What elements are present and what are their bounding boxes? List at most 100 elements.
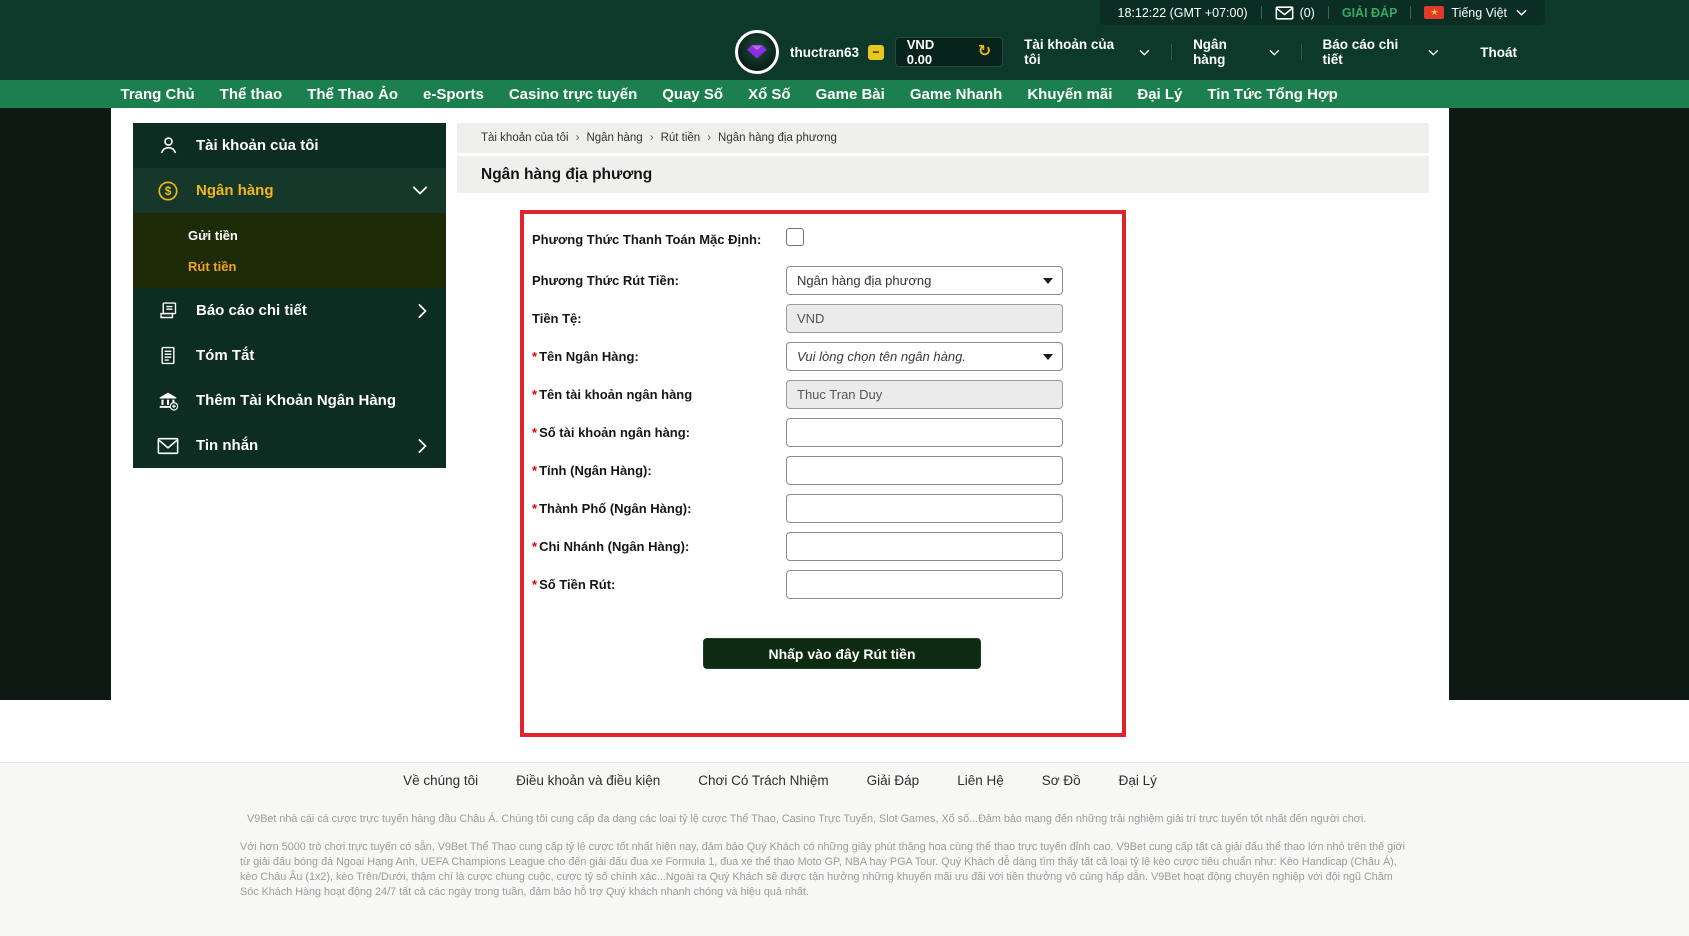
sidebar-item-detailed-report[interactable]: Báo cáo chi tiết [133,288,446,333]
footer-link-sitemap[interactable]: Sơ Đồ [1042,773,1081,788]
top-utility-bar: 18:12:22 (GMT +07:00) (0) GIẢI ĐÁP ★ Tiế… [1100,0,1546,25]
left-dark-margin [0,108,111,700]
account-number-input[interactable] [786,418,1063,447]
nav-item-esports[interactable]: e-Sports [411,86,497,103]
divider [1410,6,1411,19]
form-row-account-number: *Số tài khoản ngân hàng: [524,418,1122,447]
withdraw-submit-button[interactable]: Nhấp vào đây Rút tiền [703,638,981,669]
form-row-province: *Tỉnh (Ngân Hàng): [524,456,1122,485]
banking-submenu: Gửi tiền Rút tiền [133,213,446,288]
main-nav: Trang Chủ Thể thao Thể Thao Ảo e-Sports … [0,80,1689,108]
breadcrumb-item-current: Ngân hàng địa phương [718,132,837,144]
field-label: *Tên Ngân Hàng: [524,349,786,364]
breadcrumb-item[interactable]: Ngân hàng [586,132,642,144]
faq-link[interactable]: GIẢI ĐÁP [1342,6,1398,20]
menu-my-account[interactable]: Tài khoản của tôi [1003,37,1171,67]
breadcrumb-item[interactable]: Tài khoản của tôi [481,132,569,144]
menu-banking[interactable]: Ngân hàng [1172,37,1300,67]
divider [1261,6,1262,19]
chevron-down-icon [1516,9,1527,16]
right-dark-margin [1449,108,1689,700]
sidebar-item-banking[interactable]: $ Ngân hàng [133,168,446,213]
sidebar-item-add-bank-account[interactable]: Thêm Tài Khoản Ngân Hàng [133,378,446,423]
chevron-right-icon [417,303,428,319]
nav-item-promotions[interactable]: Khuyến mãi [1015,86,1125,103]
footer-link-terms[interactable]: Điều khoản và điều kiện [516,773,660,788]
field-label: *Số Tiền Rút: [524,577,786,592]
default-payment-checkbox[interactable] [786,228,804,246]
dollar-icon: $ [157,180,179,202]
language-selector[interactable]: ★ Tiếng Việt [1424,6,1527,20]
form-row-withdraw-method: Phương Thức Rút Tiền: Ngân hàng địa phươ… [524,266,1122,295]
message-icon [157,437,179,455]
nav-item-lottery[interactable]: Xổ Số [736,86,804,103]
avatar[interactable] [735,30,779,74]
balance-box: VND 0.00 ↻ [895,37,1003,67]
nav-item-home[interactable]: Trang Chủ [108,86,207,103]
form-row-city: *Thành Phố (Ngân Hàng): [524,494,1122,523]
refresh-icon[interactable]: ↻ [978,44,991,60]
sidebar-item-messages[interactable]: Tin nhắn [133,423,446,468]
nav-item-live-casino[interactable]: Casino trực tuyến [496,86,649,103]
breadcrumb-separator: › [707,132,711,144]
username: thuctran63 [790,45,859,60]
nav-item-news[interactable]: Tin Tức Tổng Hợp [1195,86,1350,103]
footer-paragraph: V9Bet nhà cái cá cược trực tuyến hàng đầ… [247,812,1413,827]
submenu-item-deposit[interactable]: Gửi tiền [133,220,446,251]
chevron-down-icon [1139,49,1150,56]
mail-button[interactable]: (0) [1275,6,1315,20]
report-icon [157,300,179,321]
nav-item-virtual-sports[interactable]: Thể Thao Ảo [295,86,411,103]
chevron-down-icon [1269,49,1280,56]
breadcrumb-item[interactable]: Rút tiền [661,132,701,144]
content: Tài khoản của tôi › Ngân hàng › Rút tiền… [457,123,1429,737]
footer-link-about[interactable]: Về chúng tôi [403,773,478,788]
nav-item-card-games[interactable]: Game Bài [803,86,897,103]
field-label: *Thành Phố (Ngân Hàng): [524,501,786,516]
vietnam-flag-icon: ★ [1424,6,1444,19]
city-input[interactable] [786,494,1063,523]
divider [1328,6,1329,19]
field-label: Phương Thức Rút Tiền: [524,273,786,288]
select-caret-icon [1043,278,1053,284]
form-row-branch: *Chi Nhánh (Ngân Hàng): [524,532,1122,561]
form-row-default-payment: Phương Thức Thanh Toán Mặc Định: [524,226,1122,252]
footer-links: Về chúng tôi Điều khoản và điều kiện Chơ… [111,773,1449,788]
menu-detailed-report[interactable]: Báo cáo chi tiết [1302,37,1460,67]
minus-badge-icon[interactable]: − [868,45,884,60]
bank-name-select[interactable]: Vui lòng chọn tên ngân hàng. [786,342,1063,371]
branch-input[interactable] [786,532,1063,561]
sidebar-item-my-account[interactable]: Tài khoản của tôi [133,123,446,168]
main-area: Tài khoản của tôi $ Ngân hàng Gửi tiền R… [0,108,1689,762]
breadcrumb: Tài khoản của tôi › Ngân hàng › Rút tiền… [457,123,1429,153]
footer-link-contact[interactable]: Liên Hệ [957,773,1004,788]
language-label: Tiếng Việt [1451,6,1507,20]
province-input[interactable] [786,456,1063,485]
mail-icon [1275,6,1294,20]
nav-item-quick-games[interactable]: Game Nhanh [897,86,1015,103]
page-title: Ngân hàng địa phương [457,156,1429,193]
nav-item-sports[interactable]: Thể thao [207,86,295,103]
field-label: *Chi Nhánh (Ngân Hàng): [524,539,786,554]
balance-amount: VND 0.00 [907,37,962,67]
field-label: *Tỉnh (Ngân Hàng): [524,463,786,478]
mail-count: (0) [1300,6,1315,20]
footer-link-faq[interactable]: Giải Đáp [867,773,920,788]
logout-button[interactable]: Thoát [1459,45,1517,60]
chevron-down-icon [412,185,428,196]
field-label: *Số tài khoản ngân hàng: [524,425,786,440]
submenu-item-withdraw[interactable]: Rút tiền [133,251,446,282]
currency-field: VND [786,304,1063,333]
footer-link-agent[interactable]: Đại Lý [1119,773,1157,788]
bank-plus-icon [157,390,179,411]
nav-item-agent[interactable]: Đại Lý [1125,86,1195,103]
amount-input[interactable] [786,570,1063,599]
header-menus: Tài khoản của tôi Ngân hàng Báo cáo chi … [1003,37,1517,67]
nav-item-number-game[interactable]: Quay Số [650,86,736,103]
withdraw-method-select[interactable]: Ngân hàng địa phương [786,266,1063,295]
field-label: Tiền Tệ: [524,311,786,326]
sidebar-item-summary[interactable]: Tóm Tắt [133,333,446,378]
footer-link-responsible-gaming[interactable]: Chơi Có Trách Nhiệm [698,773,828,788]
footer: Về chúng tôi Điều khoản và điều kiện Chơ… [0,762,1689,936]
form-row-amount: *Số Tiền Rút: [524,570,1122,599]
